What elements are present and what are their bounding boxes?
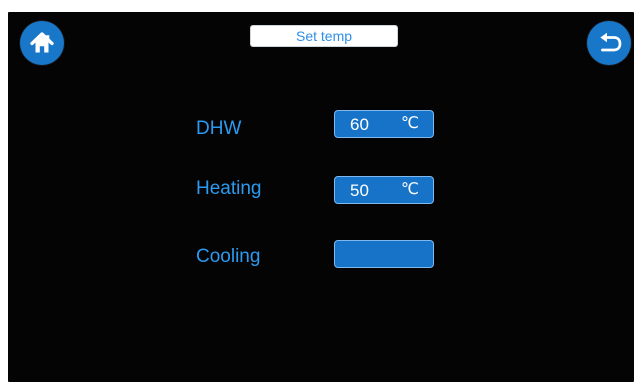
home-button[interactable] [20, 21, 64, 65]
title-box: Set temp [250, 25, 398, 47]
dhw-temperature-unit: ℃ [401, 114, 419, 132]
cooling-temperature-field[interactable] [334, 240, 434, 268]
dhw-temperature-field[interactable]: 60 ℃ [334, 110, 434, 138]
home-icon [30, 32, 54, 53]
back-button[interactable] [587, 21, 631, 65]
heating-label: Heating [196, 177, 262, 199]
heating-temperature-field[interactable]: 50 ℃ [334, 176, 434, 204]
screen: Set temp DHW 60 ℃ Heating 50 ℃ Cooling [0, 0, 634, 382]
cooling-label: Cooling [196, 245, 261, 267]
dhw-label: DHW [196, 117, 242, 139]
heating-temperature-value: 50 [350, 180, 369, 200]
dhw-temperature-value: 60 [350, 114, 369, 134]
heating-temperature-unit: ℃ [401, 180, 419, 198]
set-temp-panel: Set temp DHW 60 ℃ Heating 50 ℃ Cooling [8, 12, 634, 382]
page-title: Set temp [295, 28, 353, 44]
back-icon [600, 32, 622, 52]
